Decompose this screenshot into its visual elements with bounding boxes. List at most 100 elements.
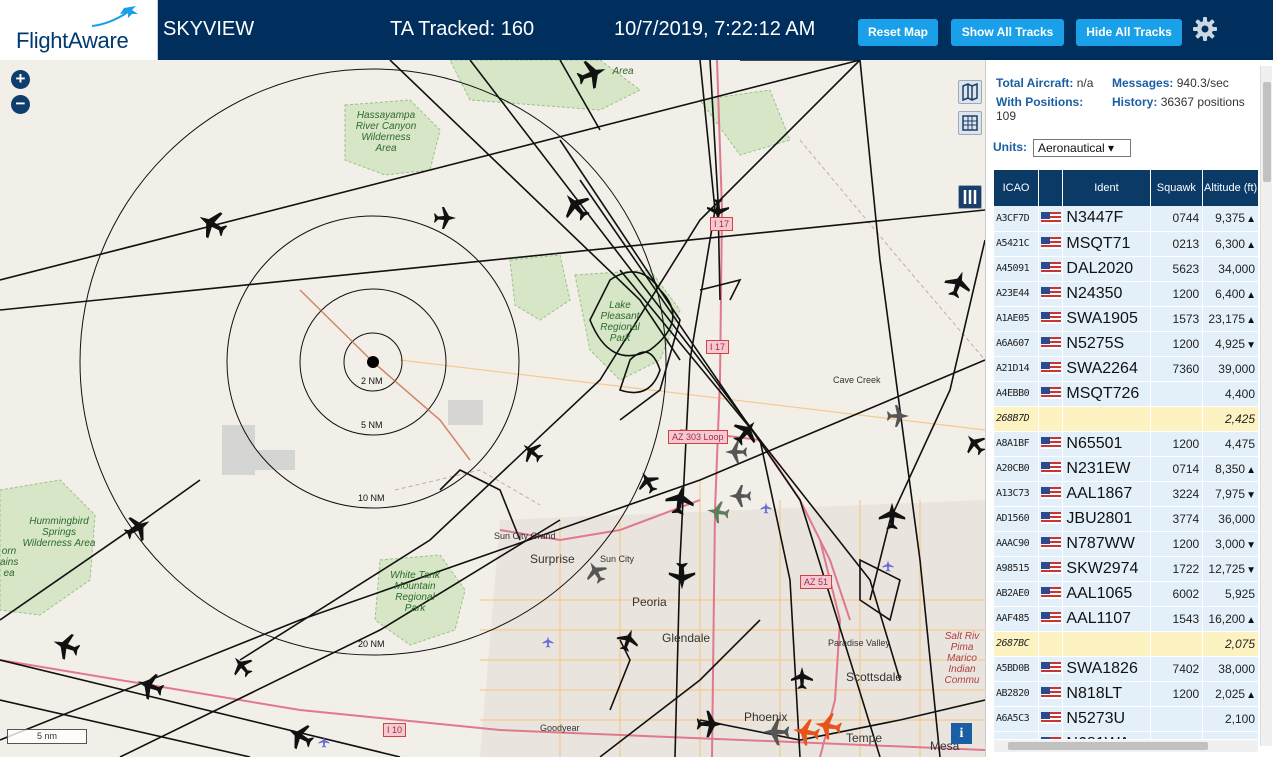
units-select[interactable]: Aeronautical ▾ [1033,139,1131,157]
cell-squawk [1150,631,1204,657]
flag-icon-cell [1038,431,1064,457]
table-row[interactable]: A5421C MSQT71 0213 6,300▲ [994,231,1259,257]
cell-ident: DAL2020 [1062,256,1151,282]
column-altitude[interactable]: Altitude (ft) [1202,170,1259,206]
flag-icon-cell [1038,606,1064,632]
clock: 10/7/2019, 7:22:12 AM [614,18,816,40]
table-row[interactable]: A1AE05 SWA1905 1573 23,175▲ [994,306,1259,332]
altitude-trend-icon: ▲ [1246,464,1256,476]
cell-ident: N681WA [1062,731,1151,739]
hide-all-tracks-button[interactable]: Hide All Tracks [1076,19,1182,46]
history-value: 36367 positions [1160,95,1245,109]
table-row[interactable]: AB2820 N818LT 1200 2,025▲ [994,681,1259,707]
table-row[interactable]: AB2AE0 AAL1065 6002 5,925 [994,581,1259,607]
table-row[interactable]: 268B7D 2,425 [994,406,1259,432]
cell-squawk: 1200 [1150,281,1204,307]
aircraft-table: ICAO Ident Squawk Altitude (ft) A3CF7D N3… [994,170,1259,739]
label-cave-creek: Cave Creek [833,375,881,385]
altitude-trend-icon [1255,515,1256,526]
altitude-trend-icon [1255,415,1256,426]
table-row[interactable]: A4EBB0 MSQT726 4,400 [994,381,1259,407]
gear-icon[interactable] [1192,16,1218,42]
us-flag-icon [1040,687,1061,700]
grid-icon[interactable] [958,111,982,135]
table-row[interactable]: AAF485 AAL1107 1543 16,200▲ [994,606,1259,632]
tracked-count: TA Tracked: 160 [390,18,535,40]
table-row[interactable]: A908E3 N681WA1066 41,000 [994,731,1259,739]
table-row[interactable]: A98515 SKW2974 1722 12,725▼ [994,556,1259,582]
messages-value: 940.3/sec [1176,76,1229,90]
cell-altitude: 5,925 [1202,581,1259,607]
with-positions-value: 109 [996,109,1017,123]
cell-altitude: 4,400 [1202,381,1259,407]
table-row[interactable]: A21D14 SWA2264 7360 39,000 [994,356,1259,382]
altitude-value: 34,000 [1218,261,1255,276]
cell-icao: A4EBB0 [994,381,1040,407]
units-label: Units: [993,140,1027,154]
map-view[interactable]: Hassayampa River Canyon Wilderness Area … [0,60,985,757]
cell-icao: A98515 [994,556,1040,582]
us-flag-icon [1040,662,1061,675]
flag-icon-cell [1038,331,1064,357]
altitude-value: 9,375 [1215,211,1246,226]
table-row[interactable]: A13C73 AAL1867 3224 7,975▼ [994,481,1259,507]
cell-ident: AAL1065 [1062,581,1151,607]
cell-altitude: 2,025▲ [1202,681,1259,707]
table-row[interactable]: A8A1BF N65501 1200 4,475 [994,431,1259,457]
cell-altitude: 34,000 [1202,256,1259,282]
table-row[interactable]: A3CF7D N3447F 0744 9,375▲ [994,206,1259,232]
cell-ident [1062,406,1151,432]
flag-icon-cell [1038,681,1064,707]
cell-altitude: 23,175▲ [1202,306,1259,332]
label-orn: orn ains ea [0,546,19,579]
column-flag[interactable] [1038,170,1064,206]
table-row[interactable]: A45091 DAL2020 5623 34,000 [994,256,1259,282]
cell-squawk: 1200 [1150,531,1204,557]
info-button[interactable]: i [951,723,972,744]
altitude-value: 6,400 [1215,286,1246,301]
table-row[interactable]: AD1560 JBU2801 3774 36,000 [994,506,1259,532]
altitude-value: 4,475 [1224,436,1255,451]
table-vertical-scrollbar[interactable] [1260,66,1272,746]
flightaware-logo[interactable]: FlightAware [0,0,158,60]
cell-squawk [1150,381,1204,407]
table-row[interactable]: A6A607 N5275S 1200 4,925▼ [994,331,1259,357]
altitude-value: 12,725 [1208,561,1246,576]
scroll-thumb[interactable] [1263,82,1271,182]
us-flag-icon [1040,512,1061,525]
table-row[interactable]: A23E44 N24350 1200 6,400▲ [994,281,1259,307]
cell-ident: MSQT726 [1062,381,1151,407]
scroll-thumb-h[interactable] [1008,742,1208,750]
altitude-trend-icon: ▲ [1246,214,1256,226]
cell-squawk: 0714 [1150,456,1204,482]
cell-ident: SWA1826 [1062,656,1151,682]
flag-icon-cell [1038,656,1064,682]
top-header: FlightAware SKYVIEW TA Tracked: 160 10/7… [0,0,1273,60]
table-header-row: ICAO Ident Squawk Altitude (ft) [994,170,1259,206]
map-layer-icon[interactable] [958,80,982,104]
table-row[interactable]: AAAC90 N787WW 1200 3,000▼ [994,531,1259,557]
table-row[interactable]: A6A5C3 N5273U 2,100 [994,706,1259,732]
cell-altitude: 38,000 [1202,656,1259,682]
reset-map-button[interactable]: Reset Map [858,19,938,46]
aircraft-panel: Total Aircraft: n/a With Positions: 109 … [985,60,1273,757]
show-all-tracks-button[interactable]: Show All Tracks [951,19,1064,46]
zoom-out-button[interactable]: − [11,95,30,114]
altitude-trend-icon: ▼ [1246,564,1256,576]
columns-toggle-icon[interactable] [958,185,982,209]
column-icao[interactable]: ICAO [994,170,1040,206]
label-goodyear: Goodyear [540,723,580,733]
cell-ident: SWA2264 [1062,356,1151,382]
column-ident[interactable]: Ident [1062,170,1151,206]
zoom-in-button[interactable]: + [11,70,30,89]
table-row[interactable]: A5BD0B SWA1826 7402 38,000 [994,656,1259,682]
label-salt-river: Salt Riv Pima Marico Indian Commu [944,631,980,686]
table-row[interactable]: 2687BC 2,075 [994,631,1259,657]
cell-icao: A5421C [994,231,1040,257]
cell-ident: AAL1867 [1062,481,1151,507]
table-horizontal-scrollbar[interactable] [994,740,1258,752]
flag-icon-cell [1038,406,1064,432]
column-squawk[interactable]: Squawk [1150,170,1204,206]
table-row[interactable]: A20CB0 N231EW 0714 8,350▲ [994,456,1259,482]
cell-ident: SKW2974 [1062,556,1151,582]
